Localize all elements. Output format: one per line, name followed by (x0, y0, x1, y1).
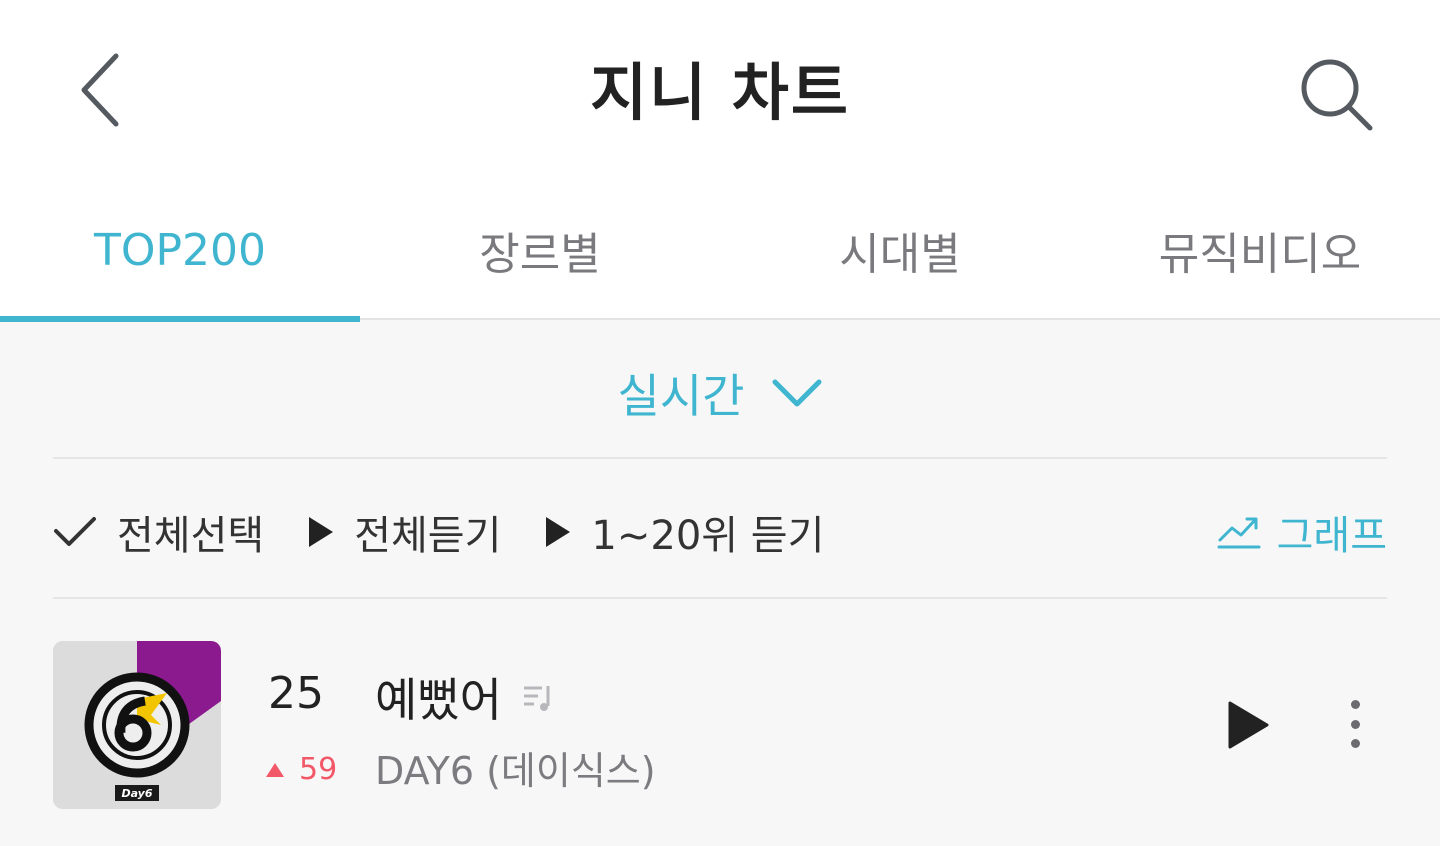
search-button[interactable] (1286, 44, 1386, 144)
album-cover[interactable]: Day6 (53, 641, 221, 809)
play-all-button[interactable]: 전체듣기 (308, 503, 501, 561)
chart-toolbar: 전체선택 전체듣기 1~20위 듣기 그래프 (53, 490, 1387, 574)
divider-top (53, 457, 1387, 459)
song-title-text: 예뻤어 (375, 673, 502, 727)
period-selector[interactable]: 실시간 (618, 360, 823, 426)
check-icon (53, 516, 97, 548)
artist-name[interactable]: DAY6 (데이식스) (375, 740, 656, 795)
rank-change-value: 59 (299, 752, 338, 787)
tab-top200[interactable]: TOP200 (0, 180, 360, 322)
rank-number: 25 (268, 668, 324, 719)
play-icon (308, 516, 334, 548)
page-title: 지니 차트 (590, 56, 850, 129)
period-selector-row: 실시간 (0, 350, 1440, 436)
graph-label: 그래프 (1276, 513, 1387, 559)
select-all-button[interactable]: 전체선택 (53, 503, 264, 561)
song-title[interactable]: 예뻤어 (375, 664, 554, 730)
more-dot-icon (1350, 739, 1360, 748)
play-top20-label: 1~20위 듣기 (591, 513, 825, 559)
app-header: 지니 차트 (0, 0, 1440, 180)
select-all-label: 전체선택 (117, 513, 265, 559)
rank-up-icon (266, 762, 284, 777)
search-icon (1301, 59, 1373, 131)
tab-music-video[interactable]: 뮤직비디오 (1080, 180, 1440, 320)
play-icon (545, 516, 571, 548)
trend-graph-icon (1217, 517, 1261, 549)
graph-button[interactable]: 그래프 (1217, 490, 1387, 574)
chart-tabs: TOP200 장르별 시대별 뮤직비디오 (0, 180, 1440, 322)
play-song-button[interactable] (1218, 690, 1278, 760)
tab-era[interactable]: 시대별 (720, 180, 1080, 320)
more-options-button[interactable] (1335, 694, 1375, 754)
rank-change: 59 (265, 752, 337, 787)
period-label: 실시간 (617, 369, 745, 423)
lyrics-icon (523, 686, 550, 711)
divider-bottom (53, 597, 1387, 599)
song-row[interactable]: Day6 25 59 예뻤어 DAY6 (데이식스) (53, 638, 1387, 812)
more-dot-icon (1350, 700, 1360, 709)
play-top20-button[interactable]: 1~20위 듣기 (545, 503, 824, 561)
play-icon (1228, 701, 1269, 749)
album-logo-text: Day6 (121, 786, 153, 800)
chevron-down-icon (772, 379, 822, 407)
play-all-label: 전체듣기 (354, 513, 502, 559)
tab-genre[interactable]: 장르별 (360, 180, 720, 320)
more-dot-icon (1350, 719, 1360, 729)
